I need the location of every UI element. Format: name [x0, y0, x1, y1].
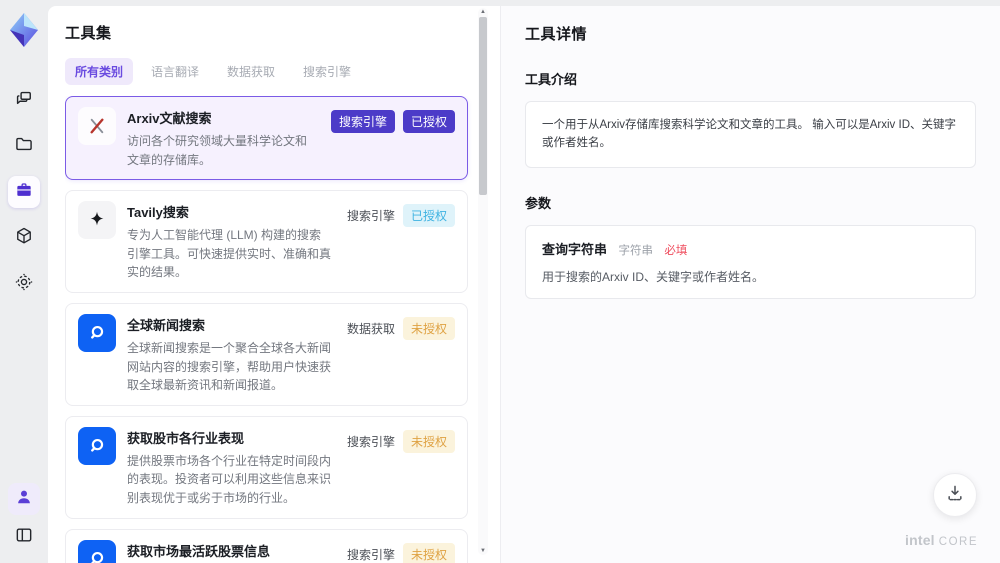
tool-main: Arxiv文献搜索 访问各个研究领域大量科学论文和文章的存储库。 — [127, 107, 316, 169]
news-search-icon — [78, 313, 116, 352]
tool-name: Arxiv文献搜索 — [127, 111, 212, 126]
sidebar-item-models[interactable] — [8, 222, 40, 254]
param-header: 查询字符串 字符串 必填 — [542, 239, 959, 259]
category-tab[interactable]: 语言翻译 — [141, 58, 209, 85]
tool-status-badge: 未授权 — [402, 542, 455, 563]
tool-card[interactable]: 全球新闻搜索 全球新闻搜索是一个聚合全球各大新闻网站内容的搜索引擎，帮助用户快速… — [65, 302, 468, 406]
category-tab[interactable]: 数据获取 — [217, 58, 285, 85]
tool-tags: 搜索引擎 未授权 — [346, 429, 455, 453]
tool-category-tag: 数据获取 — [346, 321, 395, 336]
detail-title: 工具详情 — [525, 26, 588, 43]
tool-tags: 搜索引擎 已授权 — [346, 204, 455, 228]
panel-icon — [14, 525, 34, 550]
sparkle-icon — [78, 201, 116, 240]
tool-status-badge: 未授权 — [402, 316, 455, 340]
chat-icon — [14, 88, 34, 113]
intro-box: 一个用于从Arxiv存储库搜索科学论文和文章的工具。 输入可以是Arxiv ID… — [525, 101, 976, 168]
tool-category-tag: 搜索引擎 — [346, 209, 395, 224]
param-type: 字符串 — [618, 244, 653, 257]
scroll-up-arrow-icon[interactable]: ▲ — [478, 8, 488, 16]
tool-main: 全球新闻搜索 全球新闻搜索是一个聚合全球各大新闻网站内容的搜索引擎，帮助用户快速… — [127, 314, 332, 395]
download-button[interactable] — [933, 473, 977, 517]
intel-core-logo: intel core — [905, 532, 978, 548]
tool-category-tag: 搜索引擎 — [346, 547, 395, 562]
sidebar-item-chat[interactable] — [8, 84, 40, 116]
tool-tags: 搜索引擎 未授权 — [346, 542, 455, 563]
left-rail — [0, 0, 48, 563]
app-window: 工具集 所有类别 语言翻译 数据获取 搜索引擎 Arxiv文献搜索 访问各个研究领域大… — [0, 0, 1000, 563]
tools-list-panel: 工具集 所有类别 语言翻译 数据获取 搜索引擎 Arxiv文献搜索 访问各个研究领域大… — [48, 6, 500, 563]
arxiv-icon — [78, 107, 116, 145]
core-word: core — [938, 536, 978, 548]
params-heading: 参数 — [525, 195, 552, 211]
rail-bottom — [8, 483, 40, 553]
intro-heading: 工具介绍 — [525, 72, 578, 87]
tool-name: 获取股市各行业表现 — [127, 430, 245, 446]
folder-icon — [14, 134, 34, 159]
tool-status-badge: 已授权 — [402, 204, 455, 228]
scrollbar[interactable]: ▲ ▼ — [478, 8, 488, 555]
page-title: 工具集 — [65, 25, 112, 42]
sidebar-item-account[interactable] — [8, 483, 40, 515]
tool-desc: 专为人工智能代理 (LLM) 构建的搜索引擎工具。可快速提供实时、准确和真实的结… — [127, 228, 332, 280]
tool-card[interactable]: 获取股市各行业表现 提供股票市场各个行业在特定时间段内的表现。投资者可以利用这些… — [65, 415, 468, 519]
tool-tags: 数据获取 未授权 — [346, 316, 455, 340]
param-name: 查询字符串 — [542, 241, 608, 257]
tool-main: Tavily搜索 专为人工智能代理 (LLM) 构建的搜索引擎工具。可快速提供实… — [127, 201, 332, 282]
app-logo-icon — [8, 12, 40, 48]
scrollbar-thumb[interactable] — [479, 17, 487, 195]
tool-card[interactable]: Tavily搜索 专为人工智能代理 (LLM) 构建的搜索引擎工具。可快速提供实… — [65, 190, 468, 293]
scroll-down-arrow-icon[interactable]: ▼ — [478, 547, 488, 555]
category-tabs: 所有类别 语言翻译 数据获取 搜索引擎 — [65, 58, 500, 85]
news-search-icon — [78, 539, 116, 563]
briefcase-icon — [14, 180, 34, 205]
tool-status-badge: 未授权 — [402, 429, 455, 453]
category-tab[interactable]: 所有类别 — [65, 58, 134, 85]
tool-detail-panel: 工具详情 工具介绍 一个用于从Arxiv存储库搜索科学论文和文章的工具。 输入可… — [500, 6, 1000, 563]
tool-main: 获取股市各行业表现 提供股票市场各个行业在特定时间段内的表现。投资者可以利用这些… — [127, 427, 332, 508]
tool-desc: 全球新闻搜索是一个聚合全球各大新闻网站内容的搜索引擎，帮助用户快速获取全球最新资… — [127, 340, 332, 393]
category-tab[interactable]: 搜索引擎 — [293, 58, 361, 85]
tool-name: Tavily搜索 — [127, 205, 189, 221]
tool-desc: 访问各个研究领域大量科学论文和文章的存储库。 — [127, 134, 308, 167]
tool-name: 获取市场最活跃股票信息 — [127, 543, 271, 559]
tool-name: 全球新闻搜索 — [127, 317, 206, 333]
tool-main: 获取市场最活跃股票信息 提供当天交易量最高的股票列表，投资者可以利用这些信息来识… — [127, 540, 332, 563]
tool-card[interactable]: Arxiv文献搜索 访问各个研究领域大量科学论文和文章的存储库。 搜索引擎 已授… — [65, 96, 468, 181]
sidebar-item-toolbox[interactable] — [8, 176, 40, 208]
tool-status-badge: 已授权 — [402, 110, 455, 133]
param-box: 查询字符串 字符串 必填 用于搜索的Arxiv ID、关键字或作者姓名。 — [525, 224, 976, 299]
download-icon — [945, 483, 965, 508]
tool-category-tag: 搜索引擎 — [330, 110, 395, 133]
news-search-icon — [78, 426, 116, 465]
main-content: 工具集 所有类别 语言翻译 数据获取 搜索引擎 Arxiv文献搜索 访问各个研究领域大… — [48, 6, 1000, 563]
tool-category-tag: 搜索引擎 — [346, 434, 395, 449]
tool-card[interactable]: 获取市场最活跃股票信息 提供当天交易量最高的股票列表，投资者可以利用这些信息来识… — [65, 528, 468, 563]
gear-icon — [14, 272, 34, 297]
param-required-badge: 必填 — [664, 244, 688, 257]
intel-word: intel — [904, 532, 935, 548]
sidebar-item-files[interactable] — [8, 130, 40, 162]
tool-tags: 搜索引擎 已授权 — [330, 110, 455, 133]
rail-nav — [8, 84, 40, 300]
sidebar-item-panel[interactable] — [8, 521, 40, 553]
user-icon — [14, 487, 34, 512]
tools-scroll-area: Arxiv文献搜索 访问各个研究领域大量科学论文和文章的存储库。 搜索引擎 已授… — [65, 96, 500, 563]
param-desc: 用于搜索的Arxiv ID、关键字或作者姓名。 — [542, 269, 765, 284]
tools-list: Arxiv文献搜索 访问各个研究领域大量科学论文和文章的存储库。 搜索引擎 已授… — [65, 96, 468, 563]
tool-desc: 提供股票市场各个行业在特定时间段内的表现。投资者可以利用这些信息来识别表现优于或… — [127, 453, 332, 505]
cube-icon — [14, 226, 34, 251]
sidebar-item-settings[interactable] — [8, 268, 40, 300]
